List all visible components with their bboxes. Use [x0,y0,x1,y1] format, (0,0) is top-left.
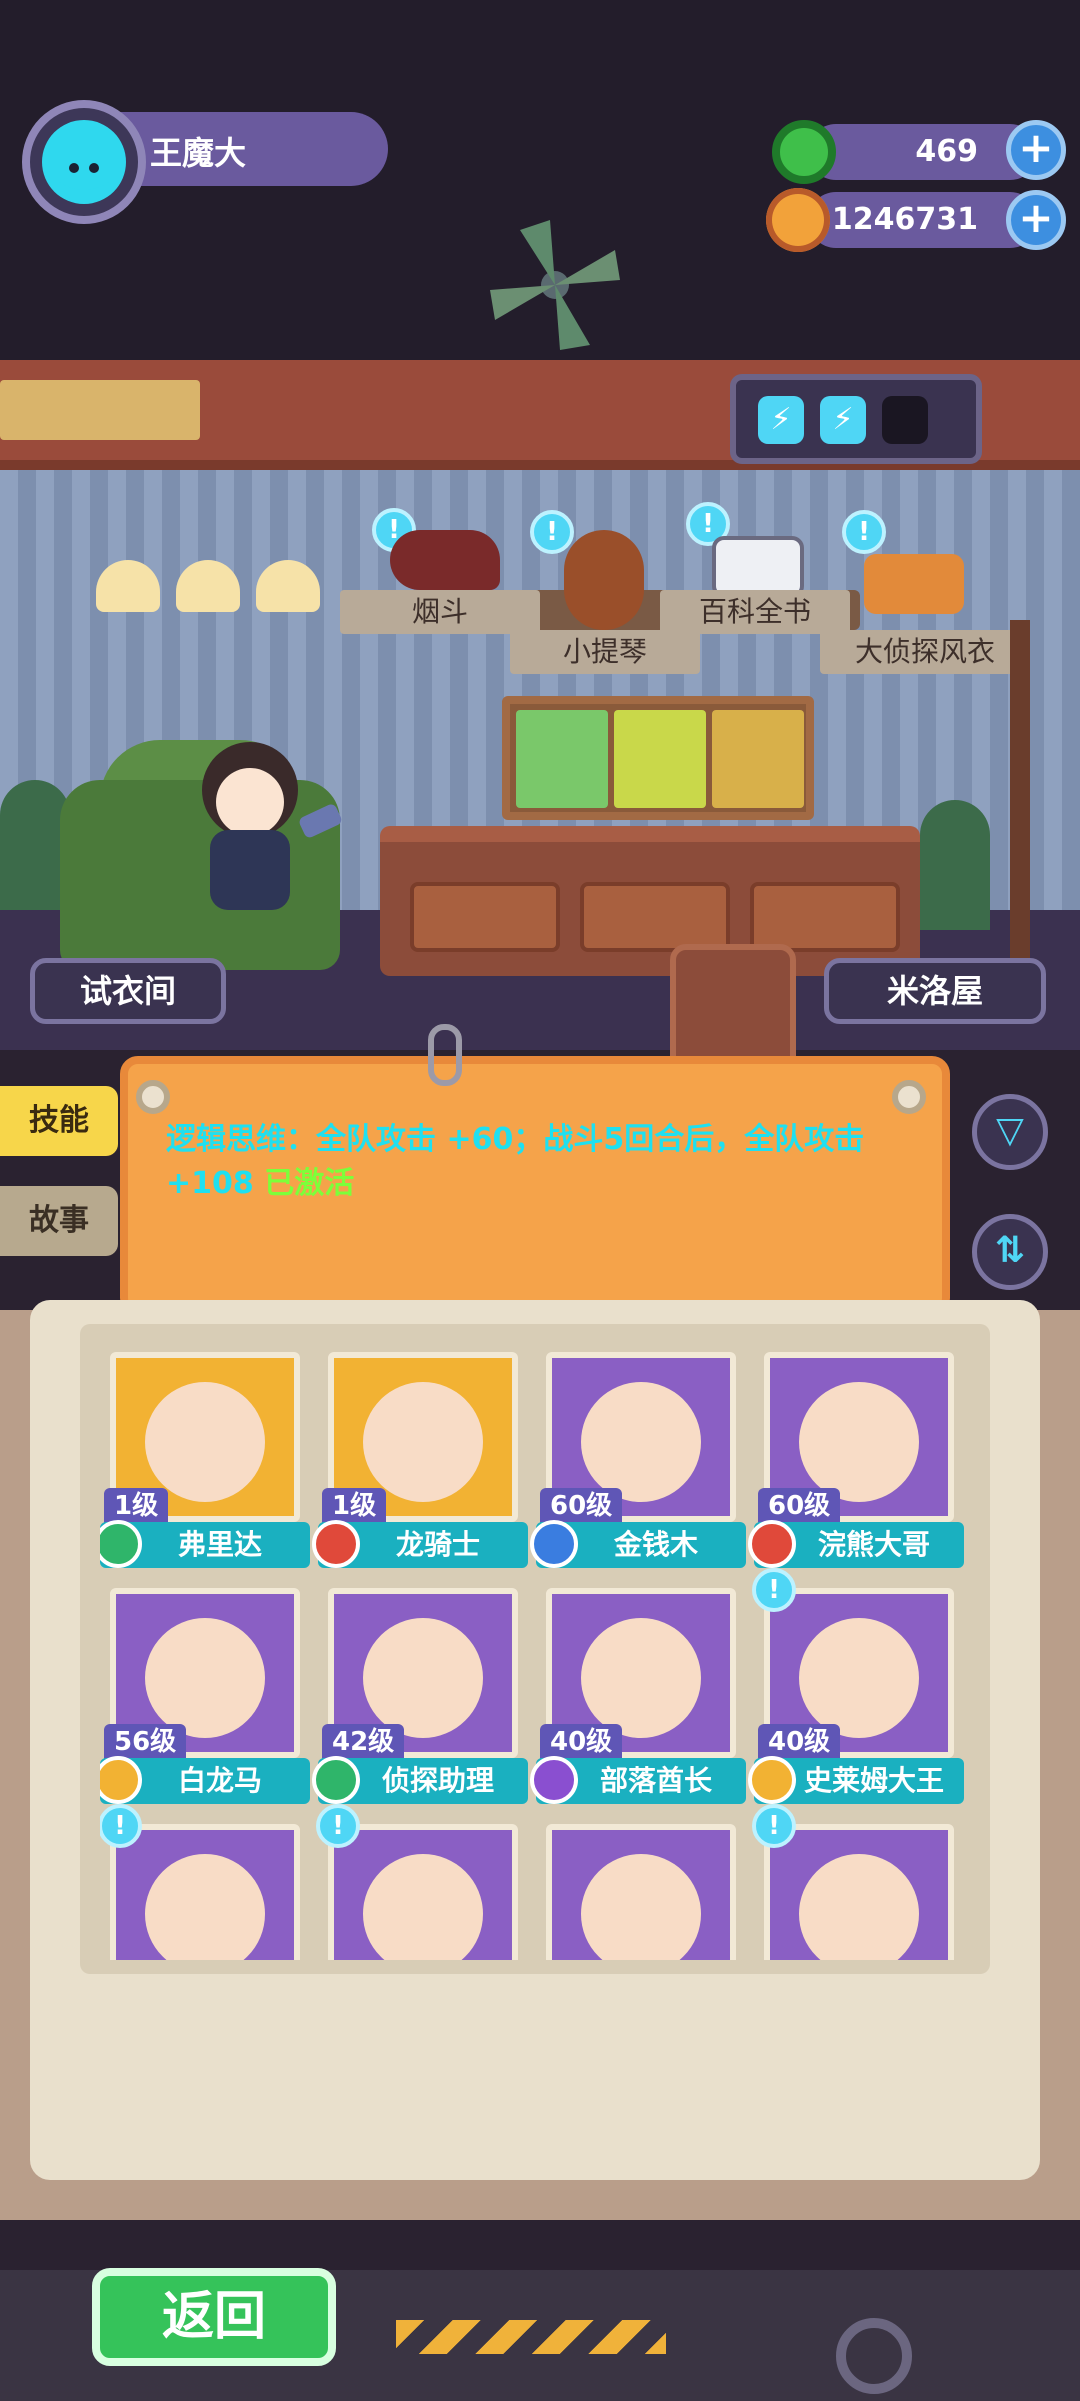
character-portrait [581,1618,701,1738]
class-badge-icon [312,1756,360,1804]
character-card[interactable]: 56级 白龙马 [100,1588,310,1808]
add-donut-button[interactable]: + [1006,120,1066,180]
character-card[interactable]: ! 40级 史莱姆大王 [748,1568,964,1808]
detective-character[interactable] [150,730,350,930]
character-portrait [145,1618,265,1738]
character-portrait [799,1618,919,1738]
notification-bubble-icon: ! [530,510,574,554]
character-card[interactable]: ! [752,1804,964,1960]
energy-battery: ⚡ ⚡ [730,374,982,464]
planet-coin-icon [766,188,830,252]
notification-bubble-icon: ! [752,1568,796,1612]
item-label-coat: 大侦探风衣 [820,630,1030,674]
coat-icon[interactable] [864,554,964,614]
plant-icon [920,800,990,930]
tab-skill[interactable]: 技能 [0,1086,118,1156]
item-label-pipe: 烟斗 [340,590,540,634]
character-portrait [145,1382,265,1502]
pin-icon [136,1080,170,1114]
tab-story-label: 故事 [29,1203,89,1238]
hazard-stripe [396,2320,666,2354]
frame-portrait [516,710,608,808]
fan-icon [490,220,620,350]
character-portrait [581,1382,701,1502]
planet-currency-bar: 1246731 [808,192,1038,248]
item-label-violin: 小提琴 [510,630,700,674]
character-level: 1级 [322,1488,387,1524]
vent-panel [0,380,200,440]
donut-currency-bar: 469 [808,124,1038,180]
item-label-encyclopedia: 百科全书 [660,590,850,634]
chandelier-icon [96,560,326,630]
donut-currency-value: 469 [915,134,978,169]
milo-house-button[interactable]: 米洛屋 [824,958,1046,1024]
character-level: 40级 [758,1724,841,1760]
sort-icon: ⇅ [994,1230,1026,1271]
filter-button[interactable]: ▽ [972,1094,1048,1170]
notification-bubble-icon: ! [752,1804,796,1848]
character-card[interactable]: 60级 金钱木 [530,1352,746,1572]
paperclip-icon [428,1024,462,1086]
character-level: 42级 [322,1724,405,1760]
character-level: 40级 [540,1724,623,1760]
class-badge-icon [530,1520,578,1568]
character-level: 56级 [104,1724,187,1760]
encyclopedia-icon[interactable] [712,536,804,598]
notification-bubble-icon: ! [100,1804,142,1848]
frame-portrait [712,710,804,808]
class-badge-icon [312,1520,360,1568]
donut-coin-icon [772,120,836,184]
class-badge-icon [530,1756,578,1804]
character-card[interactable]: ! [316,1804,528,1960]
character-card[interactable]: 1级 龙骑士 [312,1352,528,1572]
notification-bubble-icon: ! [842,510,886,554]
cat-avatar-icon [42,120,126,204]
character-portrait [363,1618,483,1738]
notification-bubble-icon: ! [316,1804,360,1848]
pipe-icon[interactable] [390,530,500,590]
character-card[interactable]: 40级 部落酋长 [530,1588,746,1808]
gear-icon [836,2318,912,2394]
avatar[interactable] [22,100,146,224]
tab-skill-label: 技能 [29,1103,89,1138]
skill-description: 逻辑思维：全队攻击 +60；战斗5回合后，全队攻击 +108 已激活 [166,1118,906,1206]
player-name: 王魔大 [150,134,247,172]
character-level: 60级 [540,1488,623,1524]
class-badge-icon [748,1520,796,1568]
character-card[interactable]: 42级 侦探助理 [312,1588,528,1808]
character-portrait [363,1382,483,1502]
back-button[interactable]: 返回 [92,2268,336,2366]
character-grid: 1级 弗里达 1级 龙骑士 60级 金钱木 60级 浣熊大哥 56级 白龙马 42级 侦探助理 40级部… [100,1336,980,1960]
wardrobe-button[interactable]: 试衣间 [30,958,226,1024]
empty-energy-slot [882,396,928,444]
lightning-icon: ⚡ [820,396,866,444]
lightning-icon: ⚡ [758,396,804,444]
skill-status: 已激活 [264,1166,355,1201]
character-level: 1级 [104,1488,169,1524]
tab-story[interactable]: 故事 [0,1186,118,1256]
pin-icon [892,1080,926,1114]
planet-currency-value: 1246731 [831,202,978,237]
wardrobe-button-label: 试衣间 [79,972,176,1010]
sort-button[interactable]: ⇅ [972,1214,1048,1290]
filter-icon: ▽ [996,1110,1024,1151]
character-card[interactable] [536,1824,746,1960]
milo-house-button-label: 米洛屋 [886,972,983,1010]
character-photo-frame [502,696,814,820]
add-planet-coin-button[interactable]: + [1006,190,1066,250]
wardrobe-icon[interactable] [670,944,796,1064]
character-portrait [799,1382,919,1502]
desk [380,826,920,976]
class-badge-icon [748,1756,796,1804]
book-footer-text [220,2010,980,2040]
back-button-label: 返回 [161,2287,266,2347]
character-card[interactable]: 60级 浣熊大哥 [748,1352,964,1572]
frame-portrait [614,710,706,808]
character-card[interactable]: 1级 弗里达 [100,1352,310,1572]
violin-icon[interactable] [564,530,644,630]
coat-stand [1010,620,1030,960]
character-level: 60级 [758,1488,841,1524]
character-card[interactable]: ! [100,1804,310,1960]
